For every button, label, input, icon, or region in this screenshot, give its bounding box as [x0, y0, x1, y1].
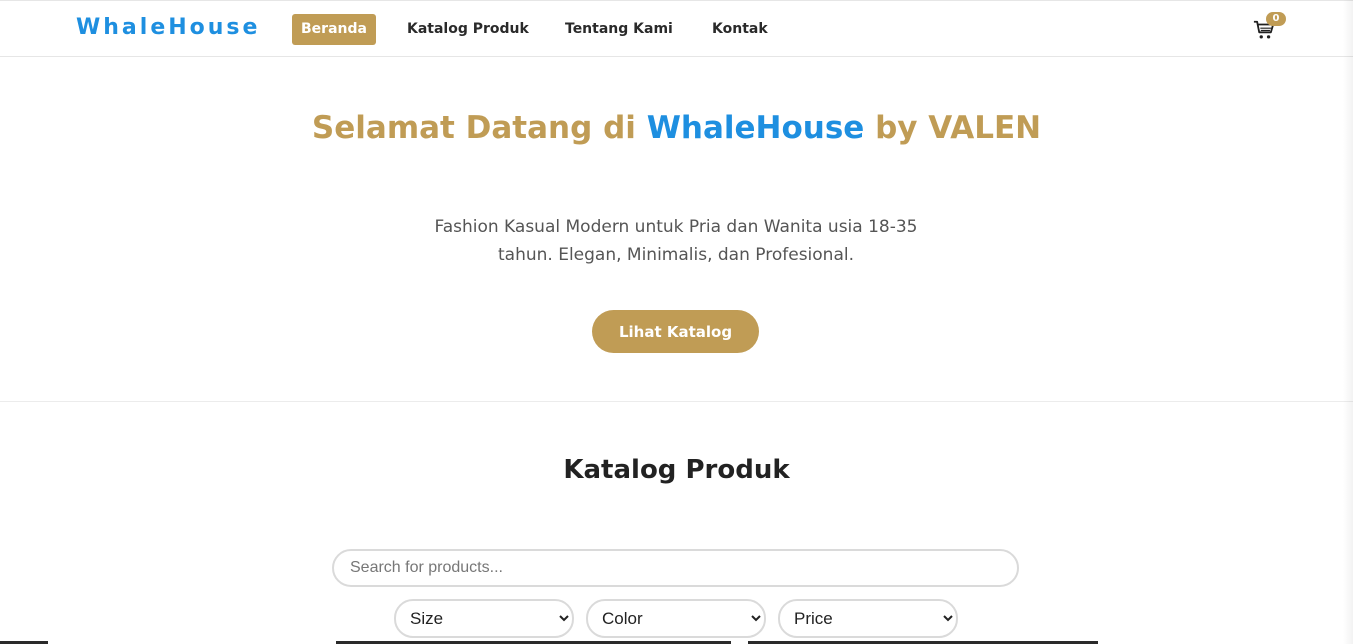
- hero-description: Fashion Kasual Modern untuk Pria dan Wan…: [434, 217, 918, 265]
- size-filter-select[interactable]: Size: [394, 599, 574, 638]
- product-search-input[interactable]: [332, 549, 1019, 587]
- nav-item-kontak[interactable]: Kontak: [703, 14, 777, 45]
- scroll-edge-shadow: [1343, 0, 1353, 644]
- price-filter-select[interactable]: Price: [778, 599, 958, 638]
- hero-title-brand: WhaleHouse: [646, 110, 865, 146]
- cart-count-badge: 0: [1266, 12, 1286, 26]
- nav-item-beranda[interactable]: Beranda: [292, 14, 376, 45]
- navbar: WhaleHouse Beranda Katalog Produk Tentan…: [0, 0, 1353, 57]
- hero-title-part1: Selamat Datang di: [311, 110, 647, 146]
- catalog-title: Katalog Produk: [563, 455, 790, 485]
- view-catalog-button[interactable]: Lihat Katalog: [592, 310, 759, 353]
- color-filter-select[interactable]: Color: [586, 599, 766, 638]
- brand-logo[interactable]: WhaleHouse: [76, 15, 260, 40]
- nav-item-tentang-kami[interactable]: Tentang Kami: [556, 14, 682, 45]
- hero-title: Selamat Datang di WhaleHouse by VALEN: [0, 110, 1353, 146]
- section-divider: [0, 401, 1353, 402]
- hero-title-part2: by VALEN: [864, 110, 1042, 146]
- nav-item-katalog-produk[interactable]: Katalog Produk: [398, 14, 538, 45]
